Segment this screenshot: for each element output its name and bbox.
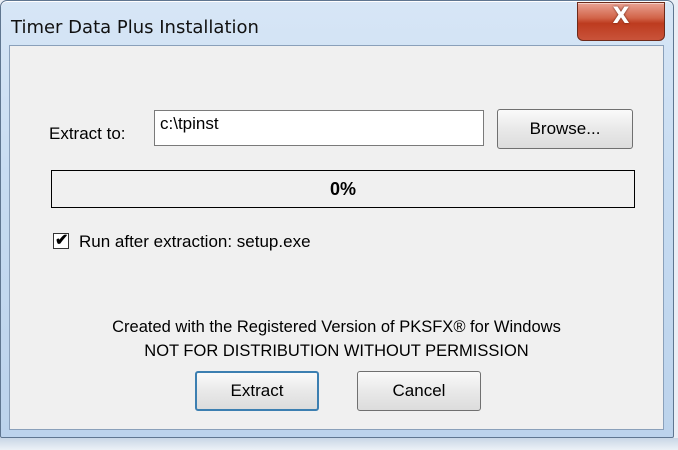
cancel-button[interactable]: Cancel [357,371,481,411]
dialog-body: Extract to: Browse... 0% ✔ Run after ext… [9,45,664,430]
extract-path-input[interactable] [154,110,484,146]
pksfx-credit: Created with the Registered Version of P… [112,318,561,336]
run-after-label[interactable]: Run after extraction: setup.exe [79,232,311,252]
close-button[interactable]: X [577,2,665,41]
title-bar[interactable]: Timer Data Plus Installation X [1,1,673,43]
progress-percent: 0% [329,179,356,199]
window-title: Timer Data Plus Installation [11,17,259,38]
close-icon: X [612,4,630,29]
checkmark-icon: ✔ [55,232,69,249]
desktop-background [0,438,678,450]
run-after-checkbox[interactable]: ✔ [53,232,69,249]
browse-button[interactable]: Browse... [497,109,633,149]
distribution-notice: NOT FOR DISTRIBUTION WITHOUT PERMISSION [144,342,529,360]
progress-bar: 0% [51,170,635,208]
extract-to-label: Extract to: [49,124,126,143]
installer-window: Timer Data Plus Installation X Extract t… [0,0,674,438]
extract-button[interactable]: Extract [195,371,319,411]
